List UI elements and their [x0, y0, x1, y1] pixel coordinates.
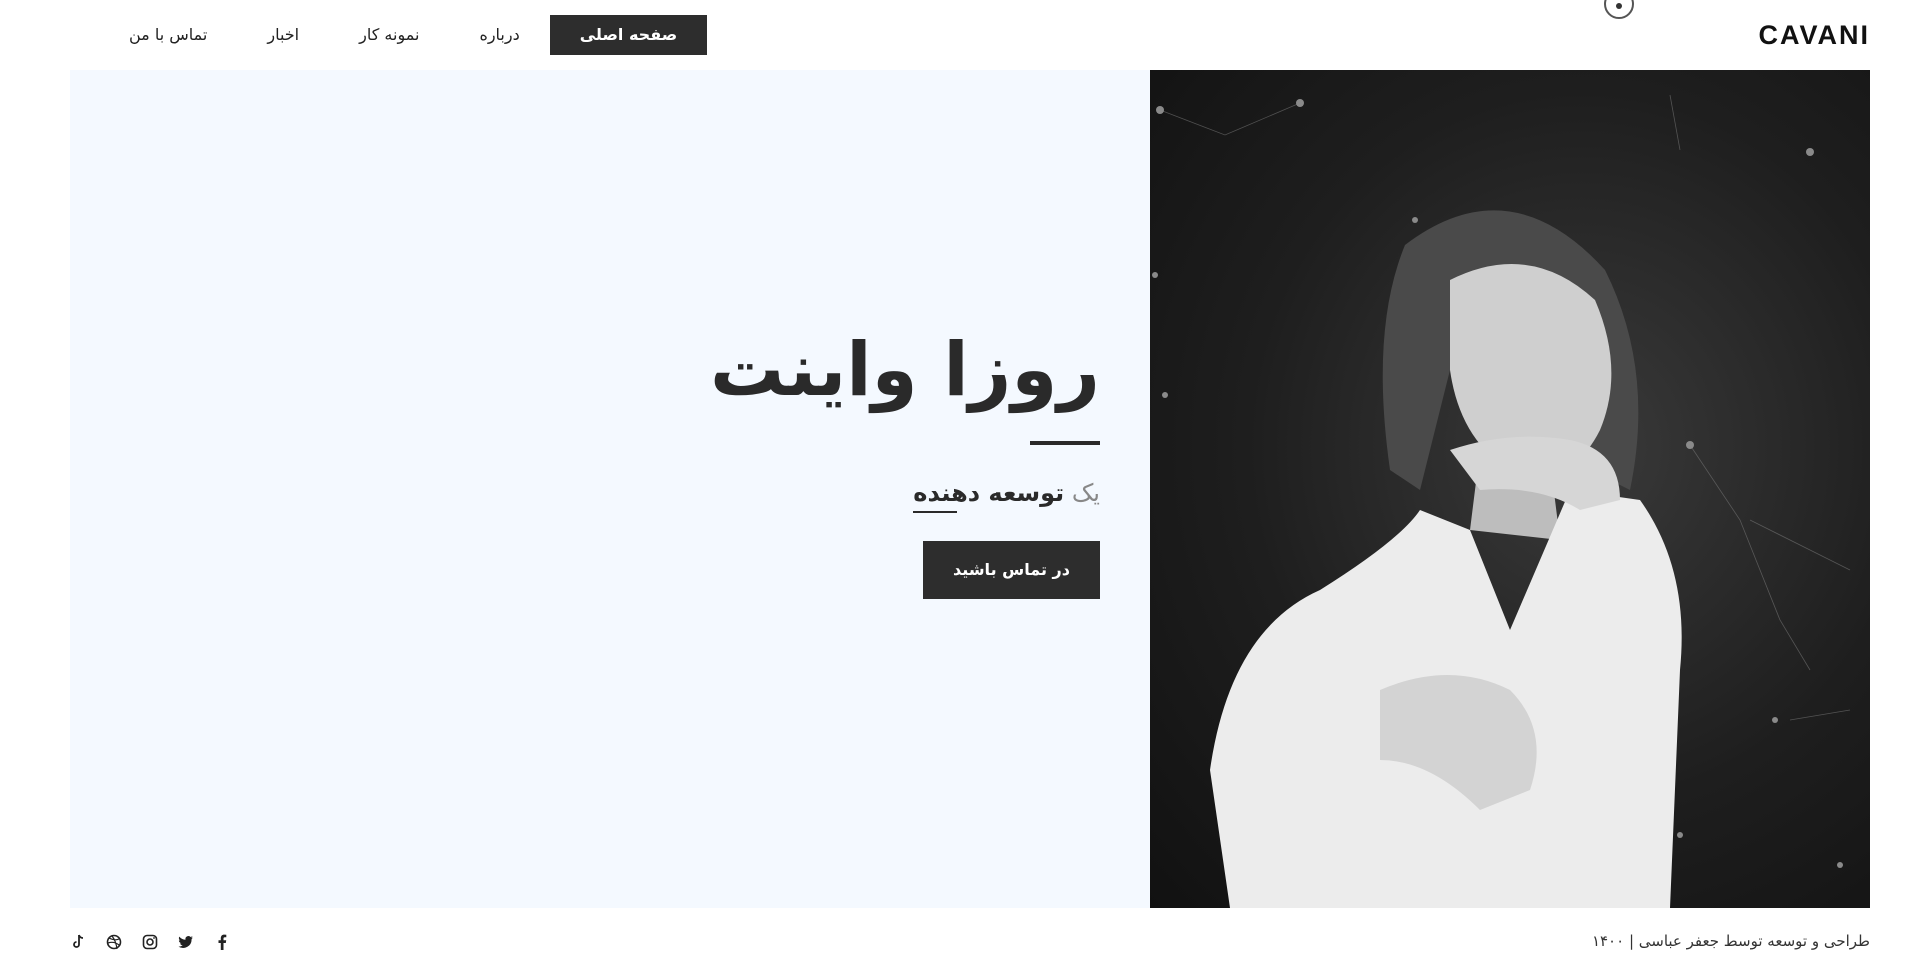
nav-item-news[interactable]: اخبار: [237, 15, 329, 55]
tiktok-icon[interactable]: [70, 934, 86, 950]
dribbble-icon[interactable]: [106, 934, 122, 950]
nav-item-about[interactable]: درباره: [449, 15, 549, 55]
instagram-icon[interactable]: [142, 934, 158, 950]
hero-divider: [1030, 441, 1100, 446]
hero-subtitle-prefix: یک: [1071, 479, 1100, 508]
hero-subtitle-role: توسعه دهنده: [913, 479, 1065, 508]
hero-portrait-image: [1150, 70, 1870, 908]
twitter-icon[interactable]: [178, 934, 194, 950]
hero-name: روزا واینت: [709, 327, 1101, 413]
social-links: [70, 934, 230, 950]
hero-text-block: روزا واینت یک توسعه دهنده در تماس باشید: [600, 327, 1101, 600]
portrait-illustration: [1152, 94, 1851, 908]
main-nav: تماس با من اخبار نمونه کار درباره صفحه ا…: [99, 15, 708, 55]
theme-toggle-icon[interactable]: [1604, 0, 1634, 19]
nav-item-home[interactable]: صفحه اصلی: [549, 15, 708, 55]
nav-item-portfolio[interactable]: نمونه کار: [329, 15, 449, 55]
facebook-icon[interactable]: [214, 934, 230, 950]
hero-subtitle: یک توسعه دهنده: [600, 479, 1100, 507]
site-logo[interactable]: CAVANI: [1759, 20, 1871, 51]
nav-item-contact[interactable]: تماس با من: [99, 15, 237, 55]
contact-cta-button[interactable]: در تماس باشید: [923, 541, 1100, 600]
footer-credit: طراحی و توسعه توسط جعفر عباسی | ۱۴۰۰: [1591, 932, 1870, 950]
